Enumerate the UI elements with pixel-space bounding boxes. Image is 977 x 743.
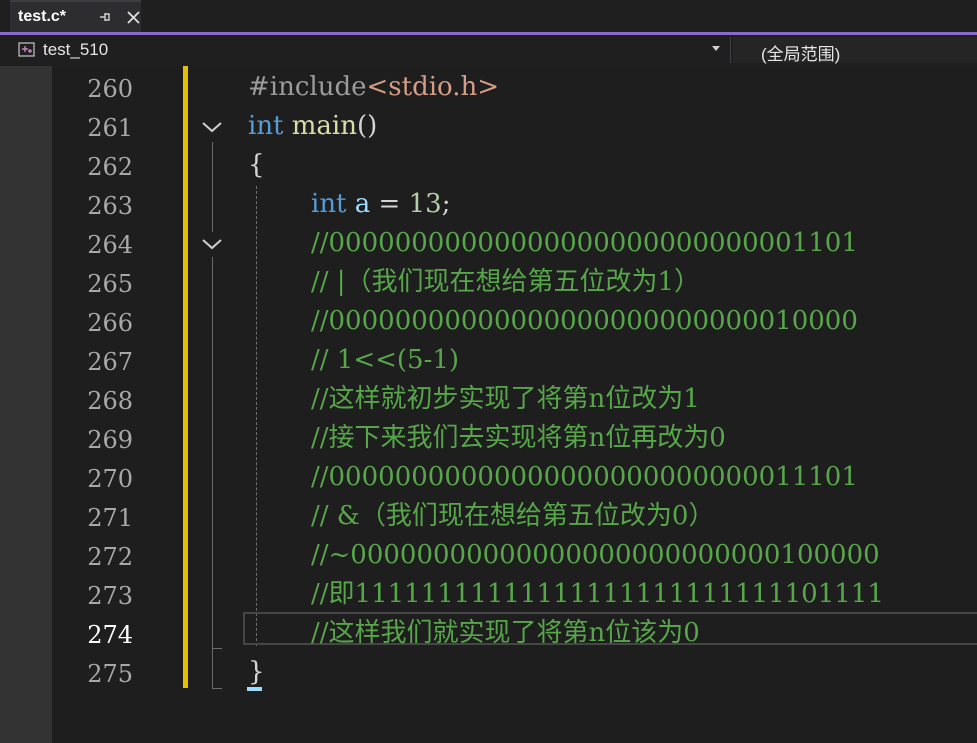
number-literal: 13 (408, 189, 442, 219)
code-editor[interactable]: 260 261 262 263 264 265 266 267 268 269 … (0, 66, 977, 743)
preprocessor-directive: #include (248, 72, 367, 102)
comment-line-268: //这样就初步实现了将第n位改为1 (311, 384, 700, 414)
comment-line-264: //00000000000000000000000000001101 (311, 228, 858, 258)
code-line-260: #include<stdio.h> (248, 68, 499, 107)
keyword: int (311, 189, 347, 219)
line-number-active: 274 (87, 621, 133, 649)
tab-title: test.c* (18, 8, 67, 25)
comment-line-269: //接下来我们去实现将第n位再改为0 (311, 423, 726, 453)
function-name: main (291, 111, 357, 141)
keyword: int (248, 111, 284, 141)
comment-line-271: // &（我们现在想给第五位改为0） (311, 501, 715, 531)
project-label: test_510 (43, 40, 109, 59)
comment-line-266: //00000000000000000000000000010000 (311, 306, 858, 336)
fold-line (212, 257, 213, 689)
line-number-gutter: 260 261 262 263 264 265 266 267 268 269 … (52, 66, 182, 743)
line-number: 270 (87, 465, 133, 493)
line-number: 273 (87, 582, 133, 610)
code-line-263: int a = 13; (311, 185, 450, 224)
line-number: 268 (87, 387, 133, 415)
fold-end (212, 688, 222, 689)
operator: = (370, 189, 409, 219)
code-line-261: int main() (248, 107, 377, 146)
line-number: 261 (87, 114, 133, 142)
comment-line-270: //00000000000000000000000000011101 (311, 462, 858, 492)
close-icon[interactable] (126, 10, 141, 25)
navigation-bar: test_510 (全局范围) (0, 35, 977, 66)
line-number: 269 (87, 426, 133, 454)
scope-dropdown[interactable]: (全局范围) (733, 37, 977, 64)
collapse-chevron-icon[interactable] (201, 237, 223, 251)
fold-end (212, 648, 222, 649)
fold-line (212, 142, 213, 232)
document-tab-bar: test.c* (0, 0, 977, 32)
comment-line-265: // |（我们现在想给第五位改为1） (311, 267, 701, 297)
line-number: 267 (87, 348, 133, 376)
line-number: 262 (87, 153, 133, 181)
line-number: 266 (87, 309, 133, 337)
indicator-margin (0, 66, 52, 743)
comment-line-267: // 1<<(5-1) (311, 345, 460, 375)
line-number: 260 (87, 75, 133, 103)
pin-icon[interactable] (98, 10, 112, 24)
project-dropdown[interactable]: test_510 (12, 37, 731, 63)
comment-line-272: //~00000000000000000000000000100000 (311, 540, 880, 570)
variable: a (354, 189, 371, 219)
document-tab[interactable]: test.c* (10, 0, 141, 32)
parentheses: () (357, 111, 378, 141)
chevron-down-icon[interactable] (712, 46, 720, 51)
project-icon (18, 42, 35, 57)
text-caret (247, 687, 262, 691)
include-header: <stdio.h> (366, 72, 500, 102)
collapse-chevron-icon[interactable] (201, 120, 223, 134)
indent-guide (256, 186, 257, 646)
line-number: 271 (87, 504, 133, 532)
line-number: 264 (87, 231, 133, 259)
scope-label: (全局范围) (761, 45, 841, 64)
comment-line-274: //这样我们就实现了将第n位该为0 (311, 618, 700, 648)
comment-line-273: //即11111111111111111111111111101111 (311, 579, 884, 609)
code-line-262: { (248, 150, 265, 180)
line-number: 275 (87, 660, 133, 688)
line-number: 265 (87, 270, 133, 298)
change-tracking-bar (183, 66, 188, 688)
line-number: 272 (87, 543, 133, 571)
line-number: 263 (87, 192, 133, 220)
semicolon: ; (441, 189, 451, 219)
